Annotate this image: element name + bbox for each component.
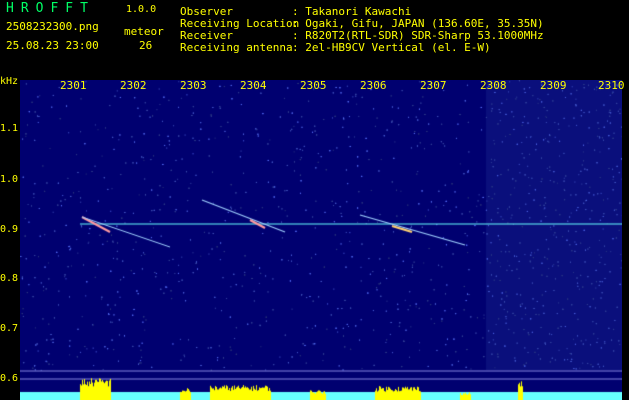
x-tick-label: 2302 xyxy=(120,79,147,92)
file-name: 2508232300.png xyxy=(6,20,99,33)
meteor-count: 26 xyxy=(139,39,153,52)
y-axis-unit: kHz xyxy=(0,76,19,87)
waterfall-plot xyxy=(20,80,622,400)
y-tick-label: 0.9 xyxy=(0,224,19,235)
x-tick-label: 2303 xyxy=(180,79,207,92)
file-datetime: 25.08.23 23:00 xyxy=(6,39,99,52)
y-tick-label: 0.8 xyxy=(0,273,19,284)
header-panel: HROFFT 1.0.0 2508232300.png 25.08.23 23:… xyxy=(0,0,629,78)
y-tick-label: 0.6 xyxy=(0,373,19,384)
x-tick-label: 2307 xyxy=(420,79,447,92)
x-tick-label: 2309 xyxy=(540,79,567,92)
x-tick-label: 2301 xyxy=(60,79,87,92)
y-tick-label: 1.1 xyxy=(0,123,19,134)
x-tick-label: 2304 xyxy=(240,79,267,92)
spectrogram-canvas xyxy=(20,80,622,400)
x-tick-label: 2305 xyxy=(300,79,327,92)
x-tick-label: 2310 xyxy=(598,79,625,92)
info-label-antenna: Receiving antenna xyxy=(180,41,293,54)
x-tick-label: 2308 xyxy=(480,79,507,92)
x-tick-label: 2306 xyxy=(360,79,387,92)
app-title: HROFFT xyxy=(6,1,95,16)
app-version: 1.0.0 xyxy=(126,4,157,15)
info-value-antenna: : 2el-HB9CV Vertical (el. E-W) xyxy=(292,41,491,54)
y-tick-label: 1.0 xyxy=(0,174,19,185)
meteor-label: meteor xyxy=(124,25,164,38)
y-tick-label: 0.7 xyxy=(0,323,19,334)
